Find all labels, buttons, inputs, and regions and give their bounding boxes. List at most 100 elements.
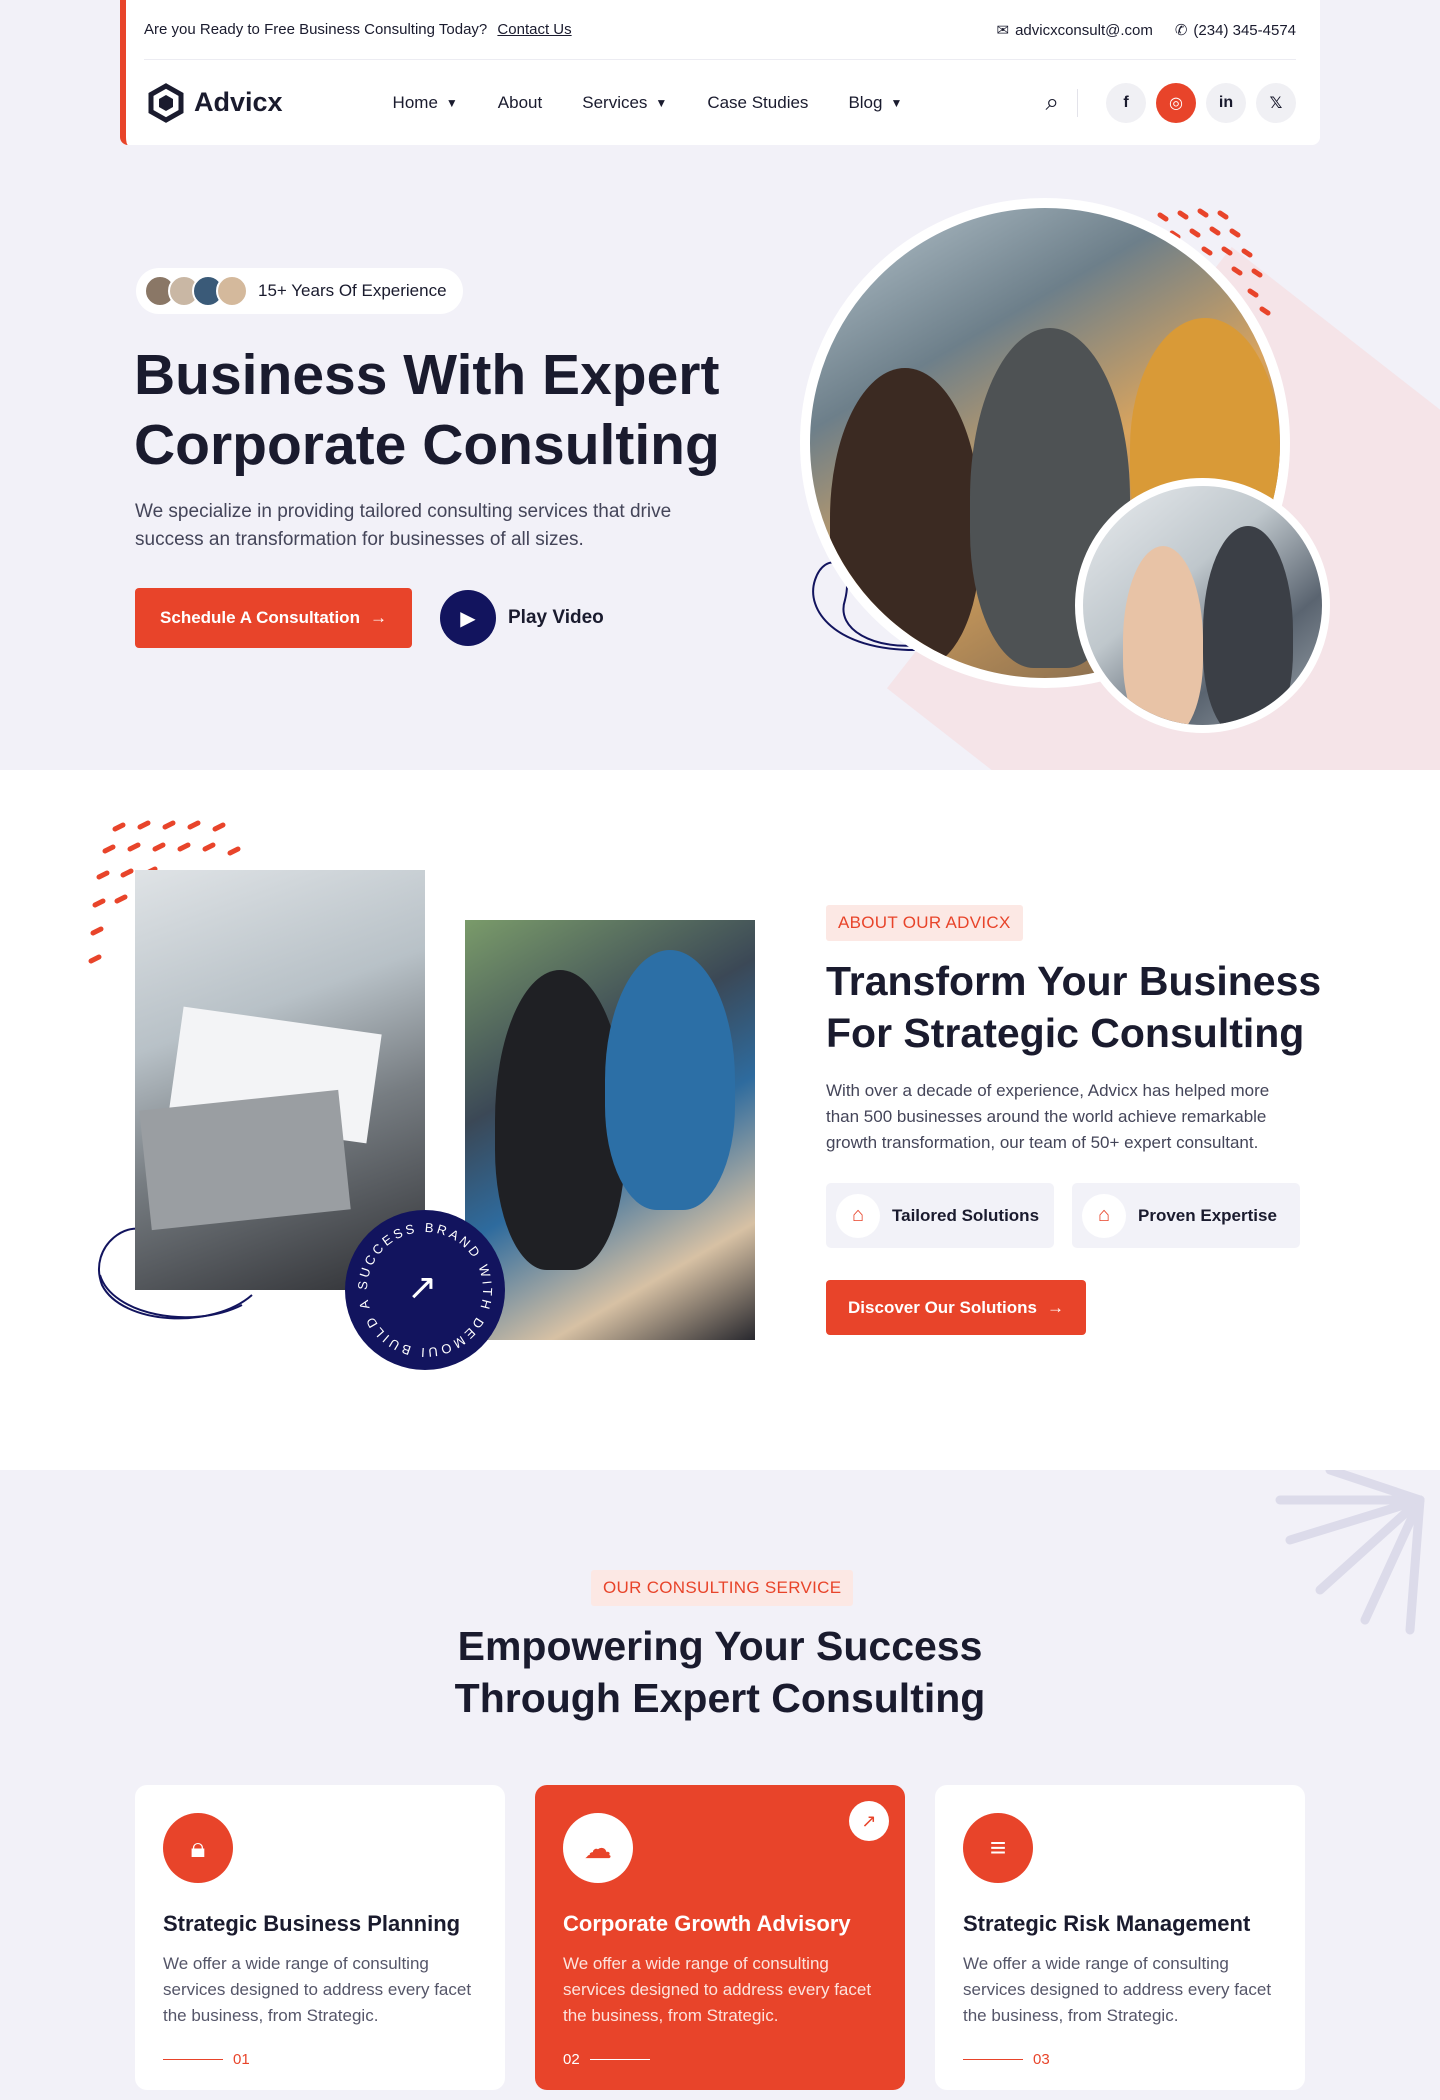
photo-person	[830, 368, 980, 668]
feature-proven-expertise: ⌂ Proven Expertise	[1072, 1183, 1300, 1248]
about-title: Transform Your Business For Strategic Co…	[826, 955, 1346, 1059]
service-card-title: Strategic Risk Management	[963, 1911, 1251, 1936]
photo-person	[1123, 546, 1203, 725]
card-number: 01	[233, 2051, 250, 2068]
divider-line	[163, 2059, 223, 2060]
briefcase-icon: ⌂	[1082, 1193, 1126, 1238]
about-photo-meeting	[465, 920, 755, 1340]
linkedin-icon[interactable]: in	[1206, 82, 1246, 123]
play-video-button[interactable]: ▶ Play Video	[440, 590, 604, 646]
instagram-icon[interactable]: ◎	[1156, 82, 1196, 123]
brand-name: Advicx	[194, 87, 283, 117]
email-text: advicxconsult@.com	[1015, 21, 1153, 39]
nav-actions: ⌕ f ◎ in 𝕏	[1046, 82, 1296, 123]
avatar	[216, 275, 248, 307]
success-brand-badge[interactable]: SUCCESS BRAND WITH DEMOUI BUILD A ↗	[345, 1210, 505, 1370]
experience-badge: 15+ Years Of Experience	[136, 268, 463, 314]
phone-icon: ✆	[1174, 21, 1188, 39]
discover-solutions-button[interactable]: Discover Our Solutions →	[826, 1280, 1086, 1335]
arrow-up-right-icon: ↗	[407, 1266, 438, 1307]
feature-label: Tailored Solutions	[892, 1205, 1040, 1225]
services-title: Empowering Your Success Through Expert C…	[320, 1620, 1120, 1724]
photo-person	[605, 950, 735, 1210]
top-promo: Are you Ready to Free Business Consultin…	[144, 21, 572, 38]
nav-label: Services	[582, 92, 648, 112]
avatar-group	[144, 275, 248, 307]
card-number: 03	[1033, 2051, 1050, 2068]
hero-title-line1: Business With Expert	[134, 343, 720, 407]
feature-tailored-solutions: ⌂ Tailored Solutions	[826, 1183, 1054, 1248]
service-card[interactable]: ≡ Strategic Risk Management We offer a w…	[935, 1785, 1305, 2090]
chevron-down-icon: ▼	[890, 95, 903, 110]
nav-item-home[interactable]: Home ▼	[393, 93, 458, 113]
chevron-down-icon: ▼	[655, 95, 668, 110]
logo-icon	[148, 82, 184, 123]
decor-burst	[1275, 1470, 1425, 1635]
nav-label: Blog	[848, 92, 883, 112]
photo-person	[1203, 526, 1293, 725]
play-video-label: Play Video	[508, 607, 604, 628]
top-bar: Are you Ready to Free Business Consultin…	[144, 0, 1296, 60]
email-contact[interactable]: ✉ advicxconsult@.com	[996, 21, 1152, 39]
service-card[interactable]: ↗ ☁ Corporate Growth Advisory We offer a…	[535, 1785, 905, 2090]
services-title-line2: Through Expert Consulting	[454, 1675, 986, 1721]
promo-text: Are you Ready to Free Business Consultin…	[144, 21, 488, 38]
phone-text: (234) 345-4574	[1193, 21, 1296, 39]
contact-us-link[interactable]: Contact Us	[497, 21, 571, 38]
x-icon[interactable]: 𝕏	[1256, 82, 1296, 123]
nav-item-about[interactable]: About	[498, 93, 542, 113]
facebook-icon[interactable]: f	[1106, 82, 1146, 123]
divider-line	[963, 2059, 1023, 2060]
arrow-right-icon: →	[369, 608, 387, 627]
hero-title-line2: Corporate Consulting	[134, 413, 720, 477]
service-card-number: 02	[563, 2051, 650, 2068]
button-label: Schedule A Consultation	[160, 608, 360, 627]
play-icon: ▶	[440, 590, 496, 646]
nav-label: Home	[392, 92, 438, 112]
brand-logo[interactable]: Advicx	[146, 82, 283, 123]
service-card-text: We offer a wide range of consulting serv…	[963, 1954, 1272, 2025]
phone-contact[interactable]: ✆ (234) 345-4574	[1175, 21, 1296, 39]
cloud-check-icon: ☁	[563, 1813, 633, 1883]
schedule-consultation-button[interactable]: Schedule A Consultation →	[135, 588, 412, 648]
card-number: 02	[563, 2051, 580, 2068]
service-card-title: Corporate Growth Advisory	[563, 1911, 851, 1936]
about-tag: ABOUT OUR ADVICX	[826, 905, 1023, 941]
button-label: Discover Our Solutions	[848, 1297, 1037, 1317]
nav-label: About	[497, 92, 543, 112]
search-icon[interactable]: ⌕	[1046, 88, 1078, 117]
service-card-number: 03	[963, 2051, 1050, 2068]
service-card-text: We offer a wide range of consulting serv…	[563, 1954, 872, 2025]
nav-item-services[interactable]: Services ▼	[582, 93, 667, 113]
service-card[interactable]: 🔒︎ Strategic Business Planning We offer …	[135, 1785, 505, 2090]
service-card-number: 01	[163, 2051, 250, 2068]
divider-line	[589, 2059, 650, 2060]
chevron-down-icon: ▼	[445, 95, 458, 110]
services-title-line1: Empowering Your Success	[457, 1623, 983, 1669]
arrow-up-right-icon[interactable]: ↗	[849, 1801, 889, 1841]
top-contacts: ✉ advicxconsult@.com ✆ (234) 345-4574	[996, 21, 1296, 39]
service-card-title: Strategic Business Planning	[163, 1911, 461, 1936]
lock-calendar-icon: 🔒︎	[163, 1813, 233, 1883]
about-title-line2: For Strategic Consulting	[826, 1010, 1305, 1056]
photo-laptop	[139, 1089, 351, 1231]
hero-title: Business With Expert Corporate Consultin…	[134, 340, 754, 480]
database-icon: ≡	[963, 1813, 1033, 1883]
arrow-right-icon: →	[1046, 1297, 1064, 1317]
nav-item-blog[interactable]: Blog ▼	[848, 93, 902, 113]
site-header: Are you Ready to Free Business Consultin…	[120, 0, 1320, 145]
experience-text: 15+ Years Of Experience	[258, 281, 447, 300]
services-tag: OUR CONSULTING SERVICE	[591, 1570, 854, 1606]
about-title-line1: Transform Your Business	[826, 958, 1322, 1004]
nav-menu: Home ▼ About Services ▼ Case Studies Blog ▼	[393, 93, 903, 113]
service-card-text: We offer a wide range of consulting serv…	[163, 1954, 472, 2025]
about-paragraph: With over a decade of experience, Advicx…	[826, 1081, 1270, 1152]
hero-lead: We specialize in providing tailored cons…	[135, 501, 672, 550]
mail-icon: ✉	[996, 21, 1010, 39]
feature-label: Proven Expertise	[1138, 1205, 1277, 1225]
briefcase-icon: ⌂	[836, 1193, 880, 1238]
main-navbar: Advicx Home ▼ About Services ▼ Case Studie…	[146, 60, 1296, 145]
nav-item-case-studies[interactable]: Case Studies	[707, 93, 808, 113]
nav-label: Case Studies	[707, 92, 809, 112]
hero-secondary-photo	[1075, 478, 1330, 733]
